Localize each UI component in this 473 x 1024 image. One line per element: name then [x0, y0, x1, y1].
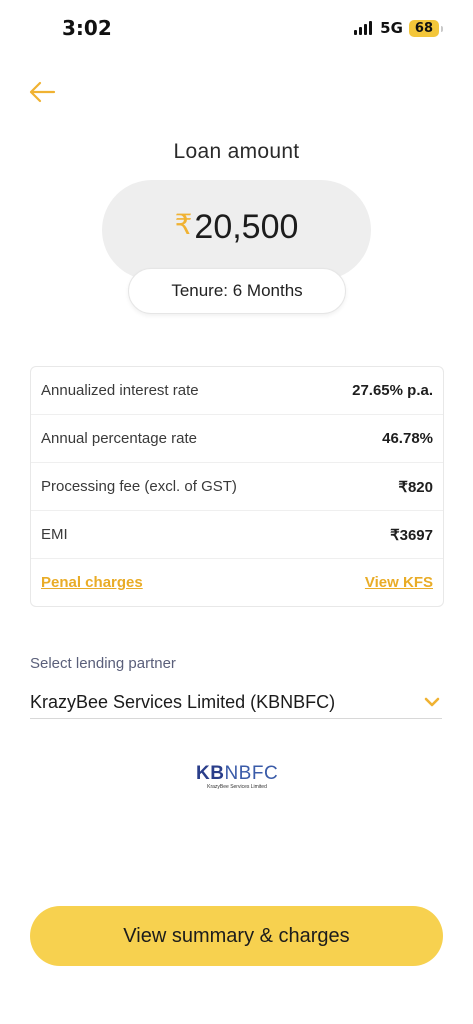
- penal-charges-link[interactable]: Penal charges: [41, 574, 143, 591]
- rupee-icon: ₹: [174, 208, 193, 241]
- view-summary-button[interactable]: View summary & charges: [30, 906, 443, 966]
- rate-row-processing-fee: Processing fee (excl. of GST) ₹820: [31, 463, 443, 511]
- network-type: 5G: [380, 19, 403, 37]
- status-time: 3:02: [62, 16, 112, 40]
- loan-amount-display: ₹20,500: [102, 180, 371, 280]
- chevron-down-icon: [424, 697, 440, 707]
- logo-wordmark: KBNBFC: [196, 763, 279, 784]
- rate-links-row: Penal charges View KFS: [31, 559, 443, 606]
- rate-label: Processing fee (excl. of GST): [41, 478, 237, 495]
- rate-value: ₹3697: [390, 526, 433, 544]
- rate-label: Annual percentage rate: [41, 430, 197, 447]
- loan-amount-value: 20,500: [194, 208, 299, 246]
- back-button[interactable]: [26, 78, 58, 106]
- rate-row-apr: Annual percentage rate 46.78%: [31, 415, 443, 463]
- lending-partner-select[interactable]: KrazyBee Services Limited (KBNBFC): [30, 686, 442, 719]
- rate-value: 46.78%: [382, 430, 433, 447]
- logo-subtitle: KrazyBee Services Limited: [207, 784, 267, 790]
- rate-row-emi: EMI ₹3697: [31, 511, 443, 559]
- view-kfs-link[interactable]: View KFS: [365, 574, 433, 591]
- tenure-badge[interactable]: Tenure: 6 Months: [128, 268, 346, 314]
- lending-partner-label: Select lending partner: [30, 655, 176, 672]
- loan-amount-title: Loan amount: [173, 140, 300, 163]
- rate-label: Annualized interest rate: [41, 382, 199, 399]
- rate-details-card: Annualized interest rate 27.65% p.a. Ann…: [30, 366, 444, 607]
- signal-icon: [354, 21, 373, 35]
- lending-partner-value: KrazyBee Services Limited (KBNBFC): [30, 691, 336, 712]
- rate-row-interest: Annualized interest rate 27.65% p.a.: [31, 367, 443, 415]
- arrow-left-icon: [29, 81, 56, 103]
- rate-value: 27.65% p.a.: [352, 382, 433, 399]
- rate-label: EMI: [41, 526, 68, 543]
- status-bar: 3:02 5G 68: [0, 0, 473, 56]
- kbnbfc-logo: KBNBFC KrazyBee Services Limited: [196, 764, 278, 791]
- status-indicators: 5G 68: [354, 19, 444, 37]
- battery-level: 68: [414, 20, 433, 36]
- rate-value: ₹820: [398, 478, 433, 496]
- amount-row: ₹20,500: [102, 208, 371, 247]
- battery-icon: 68: [408, 19, 444, 37]
